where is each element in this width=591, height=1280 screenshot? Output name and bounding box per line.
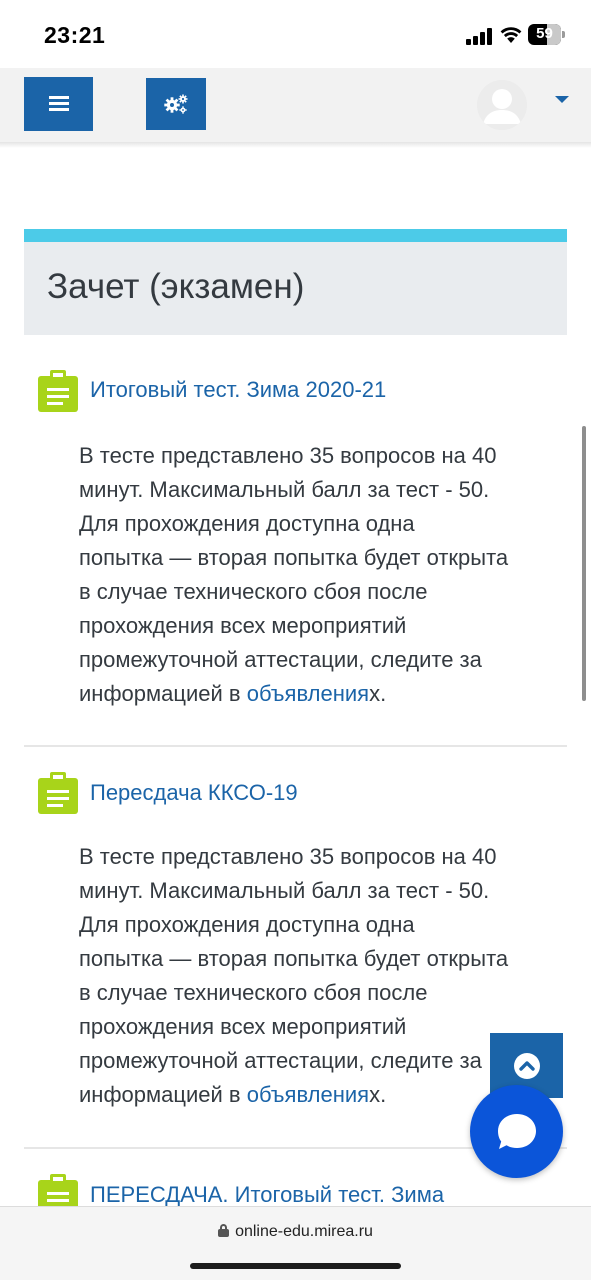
caret-down-icon[interactable] xyxy=(555,96,569,103)
top-navbar xyxy=(0,68,591,142)
status-bar: 23:21 59 xyxy=(0,0,591,68)
scrollbar[interactable] xyxy=(582,426,586,701)
menu-button[interactable] xyxy=(24,77,93,131)
lock-icon xyxy=(218,1224,230,1237)
section-stripe xyxy=(24,229,567,242)
activity-link-retake-final-test[interactable]: ПЕРЕСДАЧА. Итоговый тест. Зима xyxy=(90,1182,444,1206)
chevron-up-icon xyxy=(513,1052,540,1079)
activity-link-retake-kkso[interactable]: Пересдача ККСО-19 xyxy=(90,780,298,806)
quiz-clipboard-icon xyxy=(38,772,78,814)
quiz-clipboard-icon xyxy=(38,370,78,412)
browser-url-bar[interactable]: online-edu.mirea.ru xyxy=(0,1206,591,1280)
url-text: online-edu.mirea.ru xyxy=(235,1223,373,1240)
home-indicator xyxy=(190,1263,401,1269)
section-title: Зачет (экзамен) xyxy=(47,267,305,306)
status-time: 23:21 xyxy=(44,22,106,48)
section-header: Зачет (экзамен) xyxy=(24,229,567,335)
battery-icon: 59 xyxy=(528,24,566,45)
announcements-link[interactable]: объявления xyxy=(247,1082,369,1107)
battery-level-text: 59 xyxy=(536,25,553,42)
hamburger-icon xyxy=(48,96,69,112)
activity-description: В тесте представлено 35 вопросов на 40 м… xyxy=(79,443,509,706)
settings-button[interactable] xyxy=(146,78,206,130)
wifi-icon xyxy=(500,27,522,43)
chat-button[interactable] xyxy=(470,1085,563,1178)
divider xyxy=(24,745,567,747)
activity-link-final-test[interactable]: Итоговый тест. Зима 2020-21 xyxy=(90,377,386,403)
cellular-signal-icon xyxy=(466,27,494,45)
chat-bubble-icon xyxy=(497,1113,536,1149)
activity-description: В тесте представлено 35 вопросов на 40 м… xyxy=(79,844,509,1107)
user-avatar[interactable] xyxy=(477,80,527,130)
announcements-link[interactable]: объявления xyxy=(247,681,369,706)
quiz-clipboard-icon xyxy=(38,1174,78,1206)
gears-icon xyxy=(164,94,188,114)
user-avatar-icon xyxy=(477,80,527,130)
